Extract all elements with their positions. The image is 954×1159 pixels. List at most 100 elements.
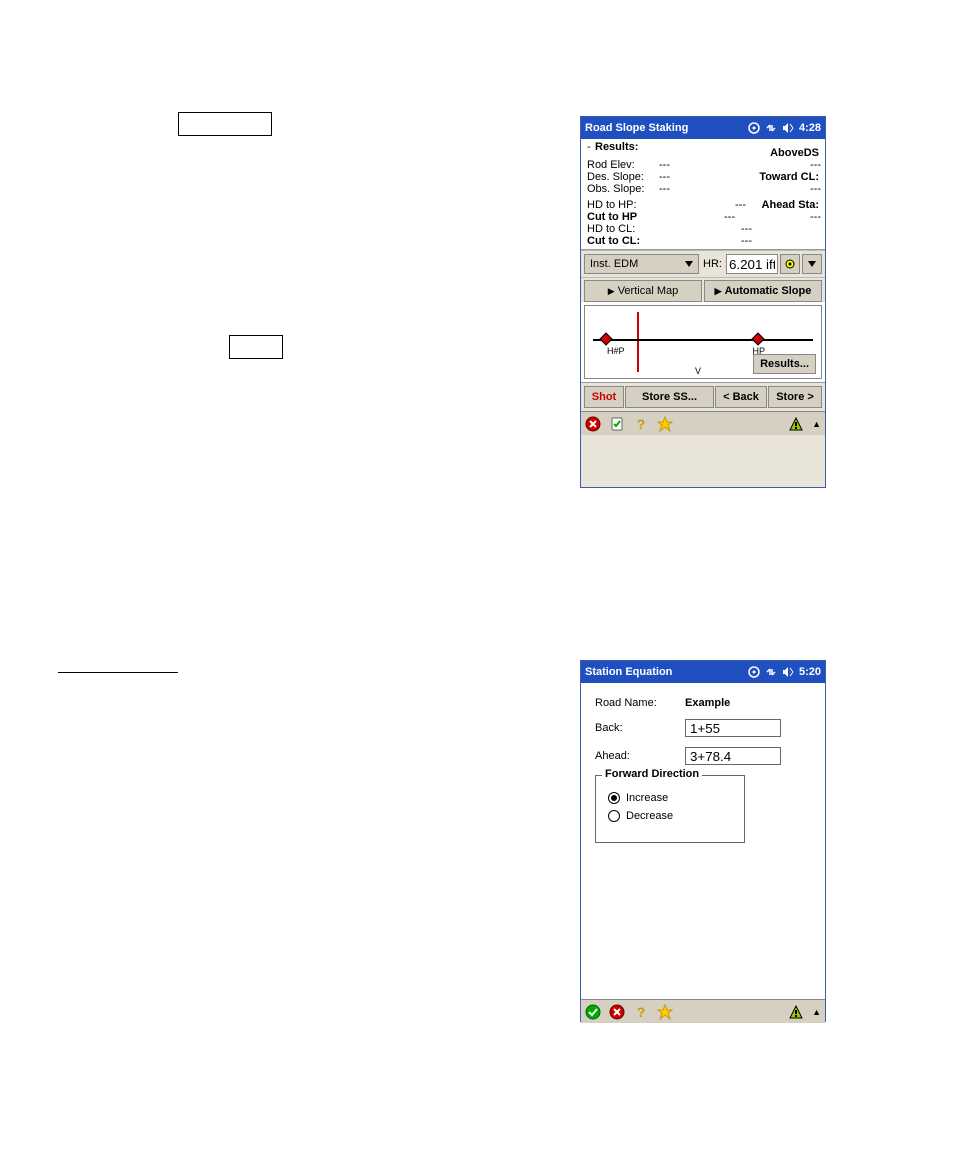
shot-button[interactable]: Shot <box>584 386 624 408</box>
bottom-button-row: Shot Store SS... < Back Store > <box>581 382 825 411</box>
system-tray: 5:20 <box>748 666 821 678</box>
hp-node-right <box>751 332 765 346</box>
tab-vertical-map-label: Vertical Map <box>618 285 679 297</box>
clock-time: 4:28 <box>799 122 821 134</box>
aboveds-label: AboveDS <box>638 141 821 159</box>
ahead-station-label: Ahead: <box>595 750 685 762</box>
radio-decrease-label: Decrease <box>626 810 673 822</box>
close-icon[interactable] <box>609 1004 625 1020</box>
cut-cl-value: --- <box>728 235 752 247</box>
window-title: Station Equation <box>585 666 748 678</box>
svg-text:?: ? <box>637 416 646 432</box>
store-ss-button[interactable]: Store SS... <box>625 386 714 408</box>
des-slope-value: --- <box>659 171 691 183</box>
des-slope-label: Des. Slope: <box>587 171 659 183</box>
window-title: Road Slope Staking <box>585 122 748 134</box>
obs-slope-value: --- <box>659 183 691 195</box>
road-name-value: Example <box>685 697 730 709</box>
svg-text:?: ? <box>637 1004 646 1020</box>
activity-icon <box>748 666 760 678</box>
hp-left-label: H#P <box>607 346 625 356</box>
vertical-cursor <box>637 312 639 372</box>
statusbar: ? ▲ <box>581 999 825 1023</box>
clipboard-check-icon[interactable] <box>609 416 625 432</box>
ahead-sta-label: Ahead Sta: <box>756 199 821 211</box>
hr-dropdown-button[interactable] <box>802 254 822 274</box>
client-area: - Results: AboveDS Rod Elev: --- --- Des… <box>581 139 825 411</box>
star-icon[interactable] <box>657 416 673 432</box>
titlebar: Road Slope Staking 4:28 <box>581 117 825 139</box>
v-label: V <box>695 366 701 376</box>
device-road-slope-staking: Road Slope Staking 4:28 - Results: Above… <box>580 116 826 488</box>
tab-automatic-slope-label: Automatic Slope <box>725 285 812 297</box>
cross-section-line <box>593 339 813 341</box>
help-icon[interactable]: ? <box>633 1004 649 1020</box>
store-button[interactable]: Store > <box>768 386 822 408</box>
device-station-equation: Station Equation 5:20 Road Name: Example… <box>580 660 826 1022</box>
statusbar: ? ▲ <box>581 411 825 435</box>
shot-button-label: Shot <box>592 391 616 403</box>
results-button-label: Results... <box>760 358 809 370</box>
star-icon[interactable] <box>657 1004 673 1020</box>
results-panel: - Results: AboveDS Rod Elev: --- --- Des… <box>581 139 825 250</box>
obs-slope-label: Obs. Slope: <box>587 183 659 195</box>
back-button[interactable]: < Back <box>715 386 767 408</box>
speaker-icon <box>782 122 794 134</box>
up-arrow-icon[interactable]: ▲ <box>812 1007 821 1017</box>
clock-time: 5:20 <box>799 666 821 678</box>
aboveds-value: --- <box>799 159 821 171</box>
system-tray: 4:28 <box>748 122 821 134</box>
back-button-label: < Back <box>723 391 759 403</box>
up-arrow-icon[interactable]: ▲ <box>812 419 821 429</box>
results-button[interactable]: Results... <box>753 354 816 374</box>
tab-vertical-map[interactable]: ▶ Vertical Map <box>584 280 702 302</box>
warning-up-icon[interactable] <box>788 1004 804 1020</box>
cut-hp-label: Cut to HP <box>587 211 659 223</box>
radio-increase[interactable] <box>608 792 620 804</box>
radio-decrease-row[interactable]: Decrease <box>608 810 732 822</box>
cut-hp-value: --- <box>711 211 735 223</box>
connectivity-icon <box>765 666 777 678</box>
ahead-station-input[interactable] <box>685 747 781 765</box>
hd-cl-label: HD to CL: <box>587 223 659 235</box>
ok-icon[interactable] <box>585 1004 601 1020</box>
tab-automatic-slope[interactable]: ▶ Automatic Slope <box>704 280 822 302</box>
activity-icon <box>748 122 760 134</box>
results-header: Results: <box>595 141 638 159</box>
instrument-dropdown[interactable]: Inst. EDM <box>584 254 699 274</box>
hp-node-left <box>599 332 613 346</box>
map-area[interactable]: H#P HP V Results... <box>584 305 822 379</box>
connectivity-icon <box>765 122 777 134</box>
ahead-sta-value: --- <box>799 211 821 223</box>
titlebar: Station Equation 5:20 <box>581 661 825 683</box>
warning-up-icon[interactable] <box>788 416 804 432</box>
road-name-label: Road Name: <box>595 697 685 709</box>
chevron-down-icon <box>685 261 693 267</box>
hd-hp-label: HD to HP: <box>587 199 659 211</box>
speaker-icon <box>782 666 794 678</box>
forward-direction-group: Forward Direction Increase Decrease <box>595 775 745 843</box>
target-button[interactable] <box>780 254 800 274</box>
rod-elev-label: Rod Elev: <box>587 159 659 171</box>
help-icon[interactable]: ? <box>633 416 649 432</box>
store-button-label: Store > <box>776 391 814 403</box>
radio-increase-row[interactable]: Increase <box>608 792 732 804</box>
instrument-label: Inst. EDM <box>590 258 638 270</box>
back-station-input[interactable] <box>685 719 781 737</box>
hr-input[interactable] <box>726 254 778 274</box>
radio-decrease[interactable] <box>608 810 620 822</box>
hd-cl-value: --- <box>728 223 752 235</box>
close-icon[interactable] <box>585 416 601 432</box>
instrument-toolbar: Inst. EDM HR: <box>581 250 825 278</box>
back-station-label: Back: <box>595 722 685 734</box>
chevron-down-icon <box>808 261 816 267</box>
radio-increase-label: Increase <box>626 792 668 804</box>
tab-row: ▶ Vertical Map ▶ Automatic Slope <box>581 278 825 302</box>
hr-label: HR: <box>701 258 724 270</box>
underline-1 <box>58 672 178 673</box>
store-ss-button-label: Store SS... <box>642 391 697 403</box>
hd-hp-value: --- <box>722 199 746 211</box>
forward-direction-title: Forward Direction <box>602 768 702 780</box>
rod-elev-value: --- <box>659 159 691 171</box>
outline-box-1 <box>178 112 272 136</box>
